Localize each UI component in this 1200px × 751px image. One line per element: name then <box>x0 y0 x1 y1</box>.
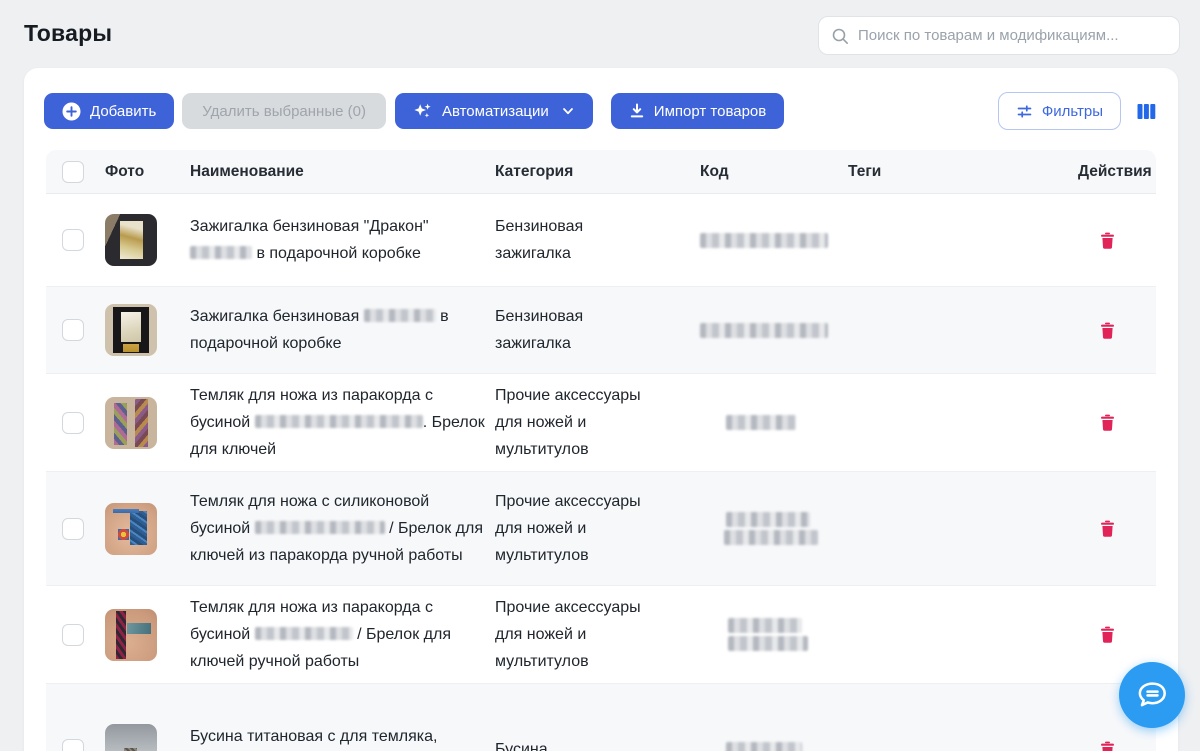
filters-label: Фильтры <box>1042 103 1103 120</box>
product-name[interactable]: Темляк для ножа из паракорда с бусиной .… <box>190 382 488 463</box>
product-photo[interactable] <box>105 304 157 356</box>
delete-row-button[interactable] <box>1096 410 1119 435</box>
search-bar[interactable] <box>818 16 1180 55</box>
redacted-text <box>255 627 353 640</box>
sparkles-icon <box>413 101 433 121</box>
product-photo[interactable] <box>105 503 157 555</box>
delete-selected-label: Удалить выбранные (0) <box>202 103 366 120</box>
chat-fab-button[interactable] <box>1119 662 1185 728</box>
trash-icon <box>1100 626 1115 643</box>
import-products-label: Импорт товаров <box>654 103 766 120</box>
table-row: Зажигалка бензиновая "Дракон" в подарочн… <box>46 194 1156 287</box>
filters-button[interactable]: Фильтры <box>998 92 1121 130</box>
columns-icon <box>1137 103 1156 120</box>
trash-icon <box>1100 414 1115 431</box>
table-row: Бусина титановая с для темляка, волос, б… <box>46 684 1156 751</box>
product-category: Прочие аксессуары для ножей и мультитуло… <box>495 488 647 569</box>
redacted-code <box>726 512 810 527</box>
row-checkbox[interactable] <box>62 319 84 341</box>
product-category: Бусина <box>495 736 647 751</box>
table-row: Темляк для ножа с силиконовой бусиной / … <box>46 472 1156 586</box>
trash-icon <box>1100 741 1115 751</box>
toolbar: Добавить Удалить выбранные (0) Автоматиз… <box>24 68 1178 130</box>
products-table: Фото Наименование Категория Код Теги Дей… <box>46 150 1156 751</box>
trash-icon <box>1100 232 1115 249</box>
product-photo[interactable] <box>105 214 157 266</box>
product-category: Бензиновая зажигалка <box>495 213 647 267</box>
product-category: Бензиновая зажигалка <box>495 303 647 357</box>
redacted-code <box>726 415 796 430</box>
delete-row-button[interactable] <box>1096 622 1119 647</box>
redacted-text <box>255 521 385 534</box>
table-row: Зажигалка бензиновая в подарочной коробк… <box>46 287 1156 374</box>
trash-icon <box>1100 322 1115 339</box>
column-header-photo: Фото <box>105 163 190 181</box>
product-name[interactable]: Бусина титановая с для темляка, волос, б… <box>190 723 488 751</box>
product-category: Прочие аксессуары для ножей и мультитуло… <box>495 382 647 463</box>
import-products-button[interactable]: Импорт товаров <box>611 93 784 129</box>
column-header-name: Наименование <box>190 163 495 181</box>
product-photo[interactable] <box>105 609 157 661</box>
product-category: Прочие аксессуары для ножей и мультитуло… <box>495 594 647 675</box>
product-name[interactable]: Зажигалка бензиновая "Дракон" в подарочн… <box>190 213 488 267</box>
redacted-text <box>255 415 423 428</box>
row-checkbox[interactable] <box>62 624 84 646</box>
product-name[interactable]: Темляк для ножа с силиконовой бусиной / … <box>190 488 488 569</box>
chat-bubble-icon <box>1133 676 1171 714</box>
column-header-code: Код <box>700 163 848 181</box>
page-title: Товары <box>24 20 112 47</box>
table-body: Зажигалка бензиновая "Дракон" в подарочн… <box>46 194 1156 751</box>
product-code-redacted <box>700 412 848 433</box>
sliders-icon <box>1016 103 1033 120</box>
search-icon <box>831 27 849 45</box>
delete-row-button[interactable] <box>1096 228 1119 253</box>
automations-label: Автоматизации <box>442 103 549 120</box>
add-product-label: Добавить <box>90 103 156 120</box>
product-photo[interactable] <box>105 724 157 751</box>
table-header: Фото Наименование Категория Код Теги Дей… <box>46 150 1156 194</box>
row-checkbox[interactable] <box>62 518 84 540</box>
product-name[interactable]: Темляк для ножа из паракорда с бусиной /… <box>190 594 488 675</box>
row-checkbox[interactable] <box>62 229 84 251</box>
redacted-text <box>190 246 252 259</box>
redacted-code <box>700 323 828 338</box>
redacted-code <box>726 742 802 751</box>
redacted-code <box>728 636 808 651</box>
redacted-text <box>364 309 436 322</box>
product-code-redacted <box>700 230 848 251</box>
download-icon <box>629 103 645 119</box>
redacted-code <box>700 233 828 248</box>
column-header-tags: Теги <box>848 163 1078 181</box>
row-checkbox[interactable] <box>62 739 84 751</box>
delete-row-button[interactable] <box>1096 737 1119 751</box>
table-row: Темляк для ножа из паракорда с бусиной /… <box>46 586 1156 684</box>
delete-selected-button[interactable]: Удалить выбранные (0) <box>182 93 386 129</box>
product-code-redacted <box>700 615 848 654</box>
redacted-code <box>728 618 802 633</box>
delete-row-button[interactable] <box>1096 516 1119 541</box>
add-product-button[interactable]: Добавить <box>44 93 174 129</box>
product-name[interactable]: Зажигалка бензиновая в подарочной коробк… <box>190 303 488 357</box>
select-all-checkbox[interactable] <box>62 161 84 183</box>
product-photo[interactable] <box>105 397 157 449</box>
table-row: Темляк для ножа из паракорда с бусиной .… <box>46 374 1156 472</box>
row-checkbox[interactable] <box>62 412 84 434</box>
products-panel: Добавить Удалить выбранные (0) Автоматиз… <box>24 68 1178 751</box>
column-header-category: Категория <box>495 163 700 181</box>
search-input[interactable] <box>858 27 1167 44</box>
redacted-code <box>724 530 818 545</box>
columns-settings-button[interactable] <box>1137 103 1156 120</box>
plus-circle-icon <box>62 102 81 121</box>
product-code-redacted <box>700 739 848 751</box>
chevron-down-icon <box>561 104 575 118</box>
delete-row-button[interactable] <box>1096 318 1119 343</box>
automations-button[interactable]: Автоматизации <box>395 93 593 129</box>
column-header-actions: Действия <box>1078 163 1160 181</box>
product-code-redacted <box>700 320 848 341</box>
product-code-redacted <box>700 509 848 548</box>
trash-icon <box>1100 520 1115 537</box>
